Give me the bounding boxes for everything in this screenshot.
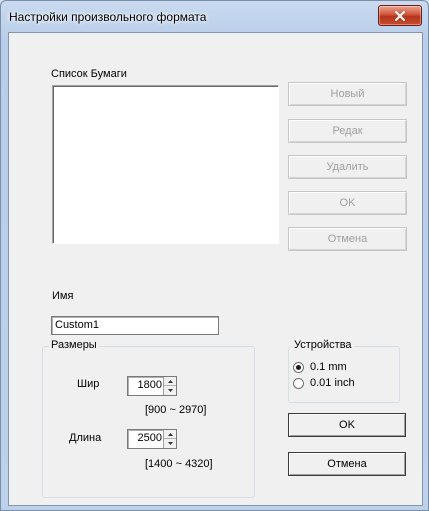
edit-button[interactable]: Редак xyxy=(288,119,407,143)
width-up-arrow-icon[interactable] xyxy=(164,377,176,386)
size-group-title: Размеры xyxy=(49,339,99,351)
radio-0-01inch[interactable] xyxy=(293,378,304,389)
width-spinner[interactable]: 1800 xyxy=(127,376,177,396)
paper-listbox[interactable] xyxy=(52,85,279,244)
close-button[interactable] xyxy=(378,5,422,26)
width-label: Шир xyxy=(77,378,100,390)
length-up-arrow-icon[interactable] xyxy=(164,430,176,439)
width-down-arrow-icon[interactable] xyxy=(164,386,176,395)
length-spinner[interactable]: 2500 xyxy=(127,429,177,449)
length-spin-buttons[interactable] xyxy=(163,430,176,448)
radio-0-01inch-label[interactable]: 0.01 inch xyxy=(310,377,355,389)
title-bar[interactable]: Настройки произвольного формата xyxy=(1,1,428,33)
dialog-window: Настройки произвольного формата Список Б… xyxy=(0,0,429,511)
name-label: Имя xyxy=(52,290,74,302)
window-title: Настройки произвольного формата xyxy=(9,10,207,24)
new-button[interactable]: Новый xyxy=(288,82,407,106)
ok-button[interactable]: OK xyxy=(288,413,406,437)
units-groupbox xyxy=(288,346,400,403)
dialog-content: Список Бумаги Новый Редак Удалить OK Отм… xyxy=(8,32,423,506)
close-icon xyxy=(395,10,405,21)
name-input[interactable]: Custom1 xyxy=(51,316,219,335)
radio-0-1mm-label[interactable]: 0.1 mm xyxy=(310,361,347,373)
delete-button[interactable]: Удалить xyxy=(288,155,407,179)
cancel-button[interactable]: Отмена xyxy=(288,452,406,476)
length-value: 2500 xyxy=(137,432,162,444)
width-value: 1800 xyxy=(137,379,162,391)
width-spin-buttons[interactable] xyxy=(163,377,176,395)
width-range: [900 ~ 2970] xyxy=(145,404,207,416)
list-ok-button[interactable]: OK xyxy=(288,191,407,215)
paper-list-label: Список Бумаги xyxy=(51,68,127,80)
length-range: [1400 ~ 4320] xyxy=(145,458,213,470)
length-down-arrow-icon[interactable] xyxy=(164,439,176,448)
size-groupbox xyxy=(42,346,255,498)
units-group-title: Устройства xyxy=(292,339,354,351)
length-label: Длина xyxy=(69,432,102,444)
list-cancel-button[interactable]: Отмена xyxy=(288,227,407,251)
radio-0-1mm[interactable] xyxy=(293,362,304,373)
